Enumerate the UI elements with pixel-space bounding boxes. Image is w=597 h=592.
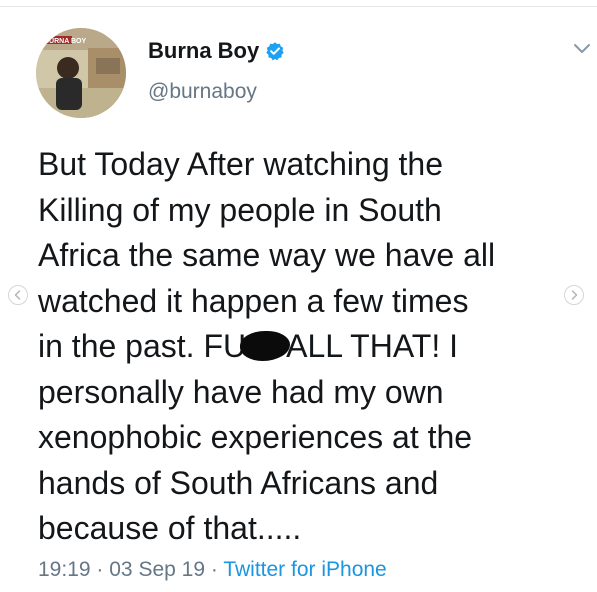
author-name-row: Burna Boy bbox=[148, 38, 285, 64]
tweet-text-fragment: in the past. FU bbox=[38, 328, 247, 364]
tweet-header: BURNA BOY Burna Boy @burnaboy bbox=[36, 20, 590, 118]
avatar[interactable]: BURNA BOY bbox=[36, 28, 126, 118]
carousel-next-button[interactable] bbox=[564, 285, 584, 305]
divider bbox=[0, 6, 597, 7]
tweet-text-line: Africa the same way we have all bbox=[38, 237, 496, 273]
tweet-text-fragment: ALL THAT! I bbox=[286, 328, 458, 364]
verified-badge-icon bbox=[266, 42, 284, 61]
chevron-down-icon[interactable] bbox=[570, 36, 594, 60]
tweet-text: But Today After watching the Killing of … bbox=[38, 142, 548, 552]
tweet-time[interactable]: 19:19 bbox=[38, 558, 91, 581]
tweet-text-line: personally have had my own bbox=[38, 373, 444, 410]
redaction-mark bbox=[240, 331, 291, 361]
chevron-right-icon bbox=[571, 290, 578, 300]
tweet-source-link[interactable]: Twitter for iPhone bbox=[223, 558, 386, 581]
tweet-text-line: Killing of my people in South bbox=[38, 191, 442, 228]
chevron-left-icon bbox=[14, 290, 21, 300]
carousel-prev-button[interactable] bbox=[8, 285, 28, 305]
tweet-text-line: hands of South Africans and bbox=[38, 464, 439, 501]
author-handle[interactable]: @burnaboy bbox=[148, 80, 257, 104]
tweet-text-line-redacted: in the past. FU ALL THAT! I bbox=[38, 324, 548, 370]
tweet-text-line: But Today After watching the bbox=[38, 146, 443, 182]
avatar-lettering: BURNA BOY bbox=[44, 38, 86, 45]
tweet-card: BURNA BOY Burna Boy @burnaboy But Today … bbox=[0, 0, 597, 592]
avatar-image: BURNA BOY bbox=[36, 28, 126, 118]
tweet-date[interactable]: 03 Sep 19 bbox=[109, 558, 205, 581]
tweet-metadata: 19:19 · 03 Sep 19 · Twitter for iPhone bbox=[38, 558, 387, 582]
meta-separator: · bbox=[210, 558, 218, 581]
tweet-text-line: because of that..... bbox=[38, 510, 302, 546]
tweet-text-line: watched it happen a few times bbox=[38, 282, 469, 319]
author-display-name[interactable]: Burna Boy bbox=[148, 38, 259, 64]
meta-separator: · bbox=[96, 558, 104, 581]
tweet-text-line: xenophobic experiences at the bbox=[38, 419, 473, 455]
